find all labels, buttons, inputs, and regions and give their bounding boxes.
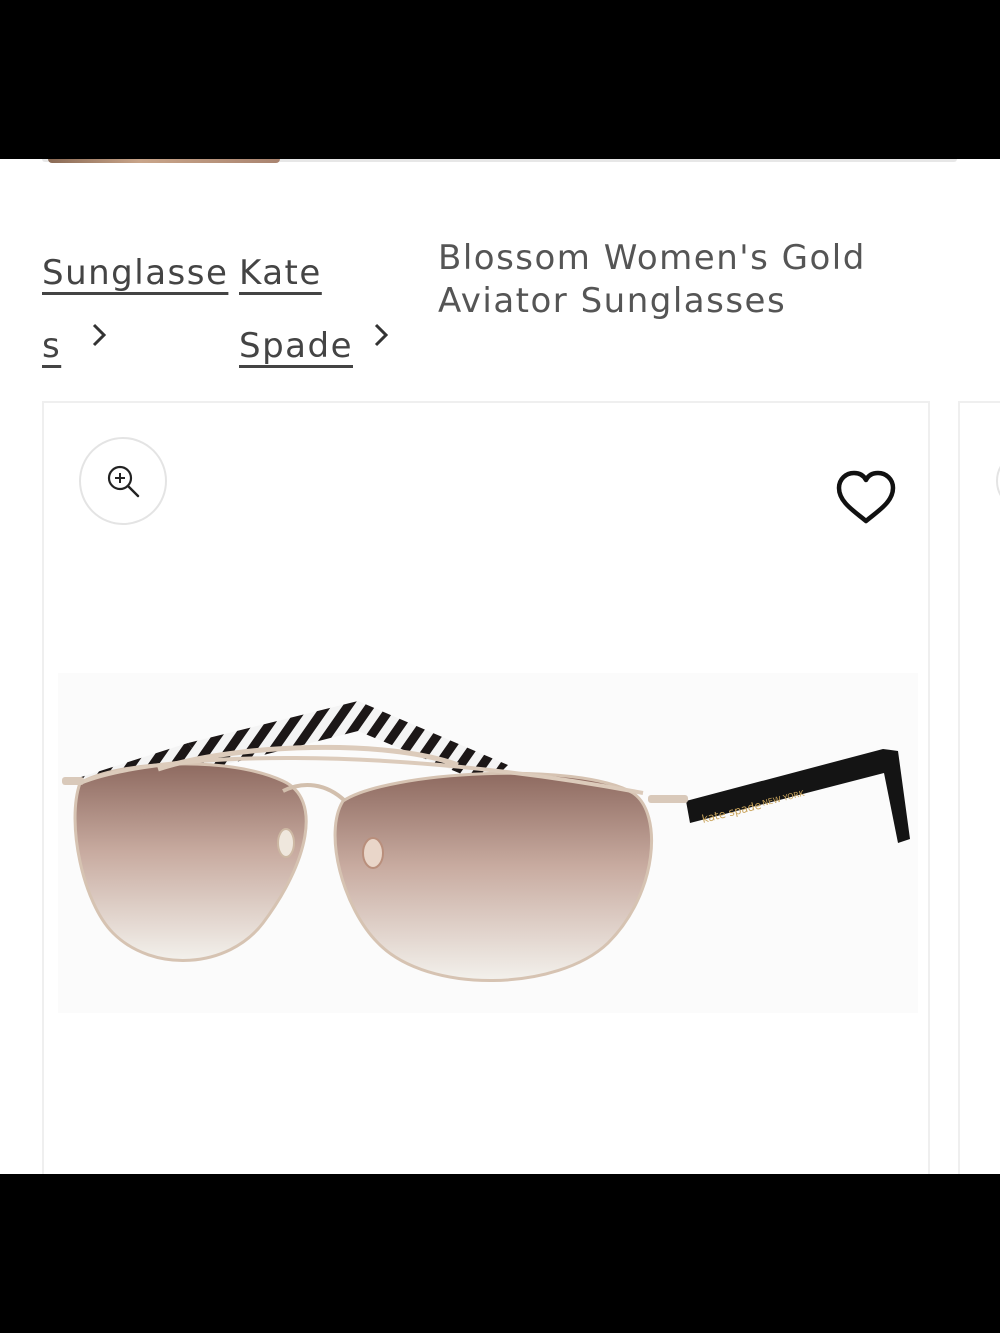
breadcrumb-label-line2: s xyxy=(42,326,62,366)
breadcrumb-label-line1: Kate xyxy=(239,253,322,293)
next-product-image-card[interactable] xyxy=(958,401,1000,1174)
breadcrumb-current-page: Blossom Women's Gold Aviator Sunglasses xyxy=(438,237,908,323)
breadcrumb-link-sunglasses[interactable]: Sunglasse s xyxy=(42,237,227,383)
product-page: Sunglasse s Kate Spade Blossom Women's G… xyxy=(0,159,1000,1174)
breadcrumb-link-kate-spade[interactable]: Kate Spade xyxy=(239,237,354,383)
chevron-right-icon xyxy=(92,323,107,347)
heart-icon xyxy=(836,470,896,524)
product-image-sunglasses: kate spade NEW YORK xyxy=(58,673,918,1013)
breadcrumb: Sunglasse s Kate Spade Blossom Women's G… xyxy=(42,237,962,366)
screen: Sunglasse s Kate Spade Blossom Women's G… xyxy=(0,0,1000,1333)
breadcrumb-current-line1: Blossom Women's Gold xyxy=(438,238,866,278)
breadcrumb-label-line2: Spade xyxy=(239,326,353,366)
breadcrumb-current-line2: Aviator Sunglasses xyxy=(438,281,787,321)
zoom-button[interactable] xyxy=(79,437,167,525)
top-black-bar xyxy=(0,0,1000,159)
zoom-in-icon xyxy=(107,465,140,498)
breadcrumb-label-line1: Sunglasse xyxy=(42,253,229,293)
next-zoom-button[interactable] xyxy=(996,451,1000,511)
chevron-right-icon xyxy=(374,323,389,347)
product-image-card[interactable]: kate spade NEW YORK xyxy=(42,401,930,1174)
previous-carousel-image-edge xyxy=(48,159,280,163)
bottom-black-bar xyxy=(0,1174,1000,1333)
add-to-wishlist-button[interactable] xyxy=(834,469,898,527)
